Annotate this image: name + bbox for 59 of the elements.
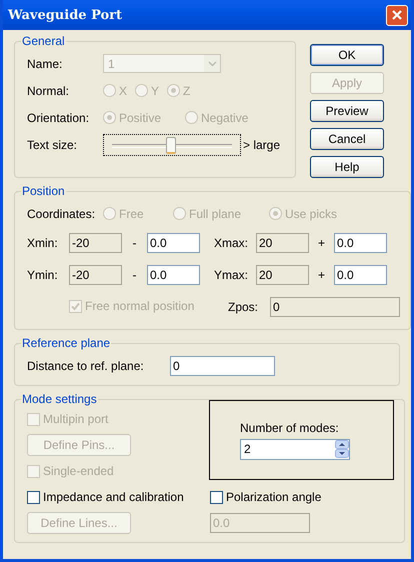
sign-label: + [316,268,326,282]
field-label: Coordinates: [27,206,96,220]
input-field[interactable]: 0.0 [334,233,387,253]
field-label: Zpos: [228,300,260,314]
checkbox-label: Multipin port [43,412,108,426]
field-label: Ymax: [214,268,250,282]
radio-label: X [119,84,128,98]
readonly-field: 0 [270,297,400,317]
field-label: Orientation: [27,110,90,124]
group-title: Reference plane [21,336,112,350]
text-size-slider[interactable] [103,134,241,156]
radio-label: Use picks [285,206,338,220]
readonly-field: 20 [256,233,309,253]
close-icon [391,9,403,21]
checkbox[interactable] [210,490,223,504]
field-label: Text size: [27,138,78,152]
radio-label: Full plane [189,206,242,220]
checkbox-label: Free normal position [85,299,194,314]
readonly-field: -20 [69,233,122,253]
field-label: Distance to ref. plane: [27,358,145,372]
checkbox-label: Polarization angle [226,490,322,504]
sign-label: - [132,268,138,282]
group-title: Mode settings [21,392,98,406]
dialog-button[interactable]: Help [310,156,384,178]
chevron-icon [208,60,216,66]
group-title: General [21,34,66,48]
input-field[interactable]: 0 [170,356,275,376]
dialog-button[interactable]: Preview [310,100,384,122]
slider-thumb[interactable] [166,136,176,154]
readonly-field: 20 [256,265,309,285]
input-field[interactable]: 0.0 [147,233,200,253]
field-label: Xmax: [214,236,250,250]
input-field[interactable]: 0.0 [334,265,387,285]
radio-label: Negative [201,110,248,124]
field-label: Name: [27,56,64,70]
field-label: Number of modes: [240,420,340,434]
sign-label: + [316,236,326,250]
radio-label: Y [151,84,160,98]
radio-label: Z [183,84,190,98]
spin-down-icon [335,449,349,458]
field-label: Xmin: [27,236,59,250]
group-title: Position [21,184,66,198]
close-button[interactable] [386,4,408,26]
radio-label: Free [119,206,144,220]
number-of-modes-spinner[interactable]: 2 [240,438,350,460]
field-label: Normal: [27,84,70,98]
input-field[interactable]: 0.0 [147,265,200,285]
radio-label: Positive [119,110,162,124]
spin-up-icon [335,440,349,449]
slider-end-label: > large [243,138,280,152]
checkbox-label: Single-ended [43,464,114,478]
checkbox-label: Impedance and calibration [43,490,184,504]
checkbox[interactable] [27,490,40,504]
field-label: Ymin: [27,268,59,282]
window-title: Waveguide Port [8,8,122,22]
sign-label: - [132,236,138,250]
readonly-field: -20 [69,265,122,285]
dialog-button[interactable]: Cancel [310,128,384,150]
dialog-button[interactable]: OK [310,44,384,66]
